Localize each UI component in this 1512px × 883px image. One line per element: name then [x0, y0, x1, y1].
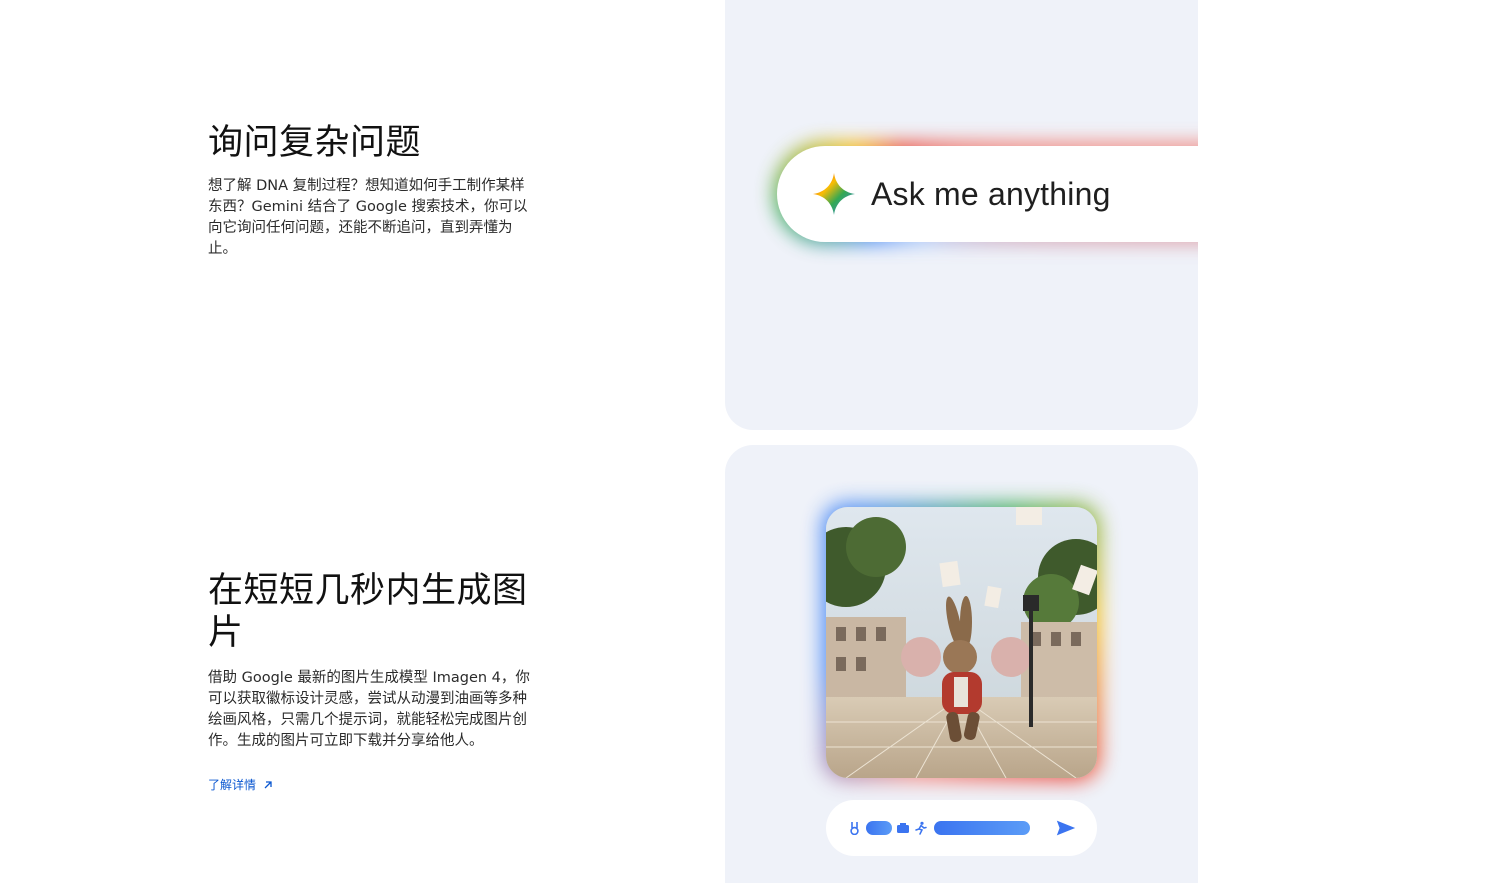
prompt-bar[interactable] [826, 800, 1097, 856]
rabbit-running-cards-image [826, 507, 1097, 778]
feature-description: 借助 Google 最新的图片生成模型 Imagen 4，你可以获取徽标设计灵感… [208, 670, 530, 749]
image-demo-card [725, 445, 1198, 883]
feature-description: 想了解 DNA 复制过程？想知道如何手工制作某样东西？Gemini 结合了 Go… [208, 178, 528, 257]
feature-generate-images: 在短短几秒内生成图片 借助 Google 最新的图片生成模型 Imagen 4，… [208, 570, 538, 793]
send-icon[interactable] [1055, 817, 1077, 839]
ask-input-bar[interactable]: Ask me anything [777, 146, 1198, 242]
prompt-chip [866, 821, 892, 835]
ask-placeholder-text: Ask me anything [871, 175, 1111, 212]
arrow-up-right-icon [264, 780, 272, 788]
feature-title: 询问复杂问题 [208, 123, 422, 163]
running-icon [915, 821, 927, 835]
learn-more-label: 了解详情 [208, 778, 257, 792]
feature-ask-questions: 询问复杂问题 想了解 DNA 复制过程？想知道如何手工制作某样东西？Gemini… [208, 122, 538, 260]
ask-demo-card: Ask me anything [725, 0, 1198, 430]
camera-icon [897, 823, 909, 833]
rabbit-icon [850, 822, 859, 835]
learn-more-link[interactable]: 了解详情 [208, 776, 274, 793]
page: 询问复杂问题 想了解 DNA 复制过程？想知道如何手工制作某样东西？Gemini… [0, 0, 1512, 883]
feature-title: 在短短几秒内生成图片 [208, 571, 528, 653]
gemini-spark-icon [813, 173, 855, 215]
prompt-chip [934, 821, 1030, 835]
